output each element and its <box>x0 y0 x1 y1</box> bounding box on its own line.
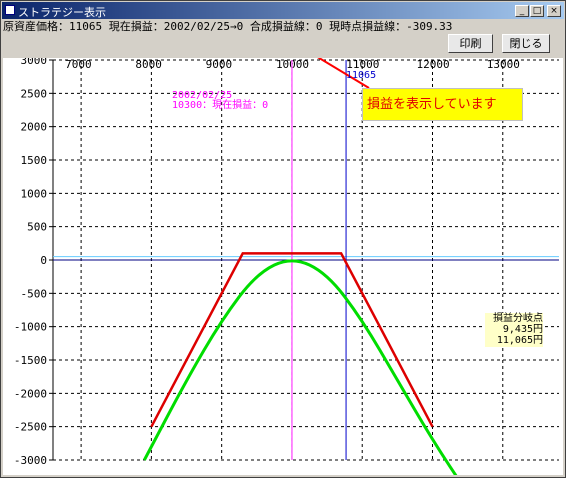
title-bar[interactable]: ストラテジー表示 _ □ × <box>2 2 564 19</box>
y-tick-label: -500 <box>21 287 48 300</box>
strategy-window: ストラテジー表示 _ □ × 原資産価格：11065 現在損益：2002/02/… <box>0 0 566 478</box>
status-callout: 損益を表示しています <box>362 88 523 121</box>
breakeven-box: 損益分岐点 9,435円 11,065円 <box>485 313 543 347</box>
close-button[interactable]: 閉じる <box>502 34 550 53</box>
price-line-label: 11065 <box>346 70 377 81</box>
y-tick-label: 500 <box>27 221 47 234</box>
close-window-button[interactable]: × <box>547 5 561 17</box>
y-tick-label: 2000 <box>21 121 48 134</box>
y-tick-label: 1500 <box>21 154 48 167</box>
info-bar: 原資産価格：11065 現在損益：2002/02/25→0 合成損益線：0 現時… <box>3 20 453 32</box>
minimize-button[interactable]: _ <box>515 5 529 17</box>
y-tick-label: 1000 <box>21 187 48 200</box>
breakeven-title: 損益分岐点 <box>493 313 543 324</box>
breakeven-low: 9,435円 <box>502 324 543 335</box>
y-tick-label: -1000 <box>14 321 47 334</box>
date-label: 2002/02/25 10300：現在損益：0 <box>172 91 268 111</box>
maximize-button[interactable]: □ <box>530 5 544 17</box>
y-tick-label: -1500 <box>14 354 47 367</box>
breakeven-high: 11,065円 <box>496 335 543 346</box>
y-tick-label: -2500 <box>14 421 47 434</box>
print-button[interactable]: 印刷 <box>448 34 493 53</box>
date-label-value: 10300：現在損益：0 <box>172 100 269 111</box>
y-tick-label: 3000 <box>21 58 48 67</box>
y-tick-label: 2500 <box>21 87 48 100</box>
app-icon <box>5 5 15 15</box>
y-tick-label: 0 <box>40 254 47 267</box>
y-tick-label: -3000 <box>14 454 47 467</box>
y-tick-label: -2000 <box>14 387 47 400</box>
